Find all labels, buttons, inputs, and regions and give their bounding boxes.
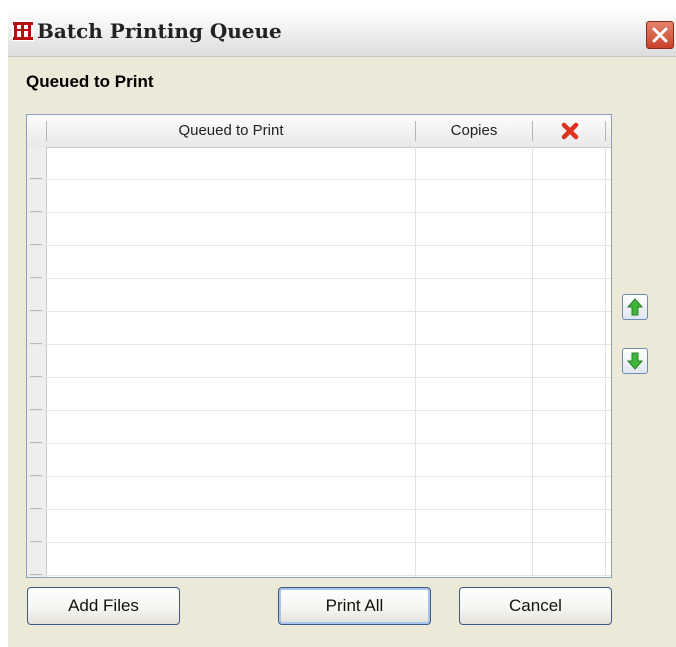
row-header[interactable] — [27, 444, 46, 477]
row-header[interactable] — [27, 477, 46, 510]
row-header[interactable] — [27, 147, 46, 180]
grid-rows — [27, 147, 611, 576]
app-logo-icon — [12, 21, 34, 41]
row-header[interactable] — [27, 246, 46, 279]
row-header[interactable] — [27, 279, 46, 312]
row-header[interactable] — [27, 378, 46, 411]
table-row[interactable] — [27, 279, 611, 312]
table-row[interactable] — [27, 180, 611, 213]
header-separator — [532, 121, 533, 141]
table-row[interactable] — [27, 378, 611, 411]
table-row[interactable] — [27, 543, 611, 576]
table-row[interactable] — [27, 477, 611, 510]
header-separator — [605, 121, 606, 141]
close-icon — [652, 27, 668, 43]
table-row[interactable] — [27, 312, 611, 345]
row-header[interactable] — [27, 411, 46, 444]
table-row[interactable] — [27, 411, 611, 444]
column-divider — [415, 147, 416, 577]
column-header-copies[interactable]: Copies — [416, 115, 532, 147]
title-bar[interactable]: Batch Printing Queue — [8, 8, 676, 57]
move-up-button[interactable] — [622, 294, 648, 320]
print-all-button[interactable]: Print All — [278, 587, 431, 625]
batch-printing-window: Batch Printing Queue Queued to Print Que… — [8, 8, 676, 647]
column-divider — [532, 147, 533, 577]
row-header[interactable] — [27, 510, 46, 543]
row-header[interactable] — [27, 180, 46, 213]
delete-x-icon[interactable] — [560, 121, 580, 141]
row-header[interactable] — [27, 312, 46, 345]
close-button[interactable] — [646, 21, 674, 49]
window-title: Batch Printing Queue — [37, 19, 282, 43]
move-down-button[interactable] — [622, 348, 648, 374]
cancel-button[interactable]: Cancel — [459, 587, 612, 625]
table-row[interactable] — [27, 147, 611, 180]
row-header[interactable] — [27, 213, 46, 246]
arrow-down-icon — [627, 352, 643, 370]
grid-header: Queued to Print Copies — [27, 115, 611, 148]
add-files-button[interactable]: Add Files — [27, 587, 180, 625]
row-header[interactable] — [27, 543, 46, 576]
section-label: Queued to Print — [26, 72, 154, 91]
arrow-up-icon — [627, 298, 643, 316]
column-divider — [605, 147, 606, 577]
table-row[interactable] — [27, 510, 611, 543]
print-queue-grid[interactable]: Queued to Print Copies — [26, 114, 612, 578]
row-header[interactable] — [27, 345, 46, 378]
table-row[interactable] — [27, 213, 611, 246]
table-row[interactable] — [27, 246, 611, 279]
column-header-queued[interactable]: Queued to Print — [47, 115, 415, 147]
table-row[interactable] — [27, 345, 611, 378]
table-row[interactable] — [27, 444, 611, 477]
